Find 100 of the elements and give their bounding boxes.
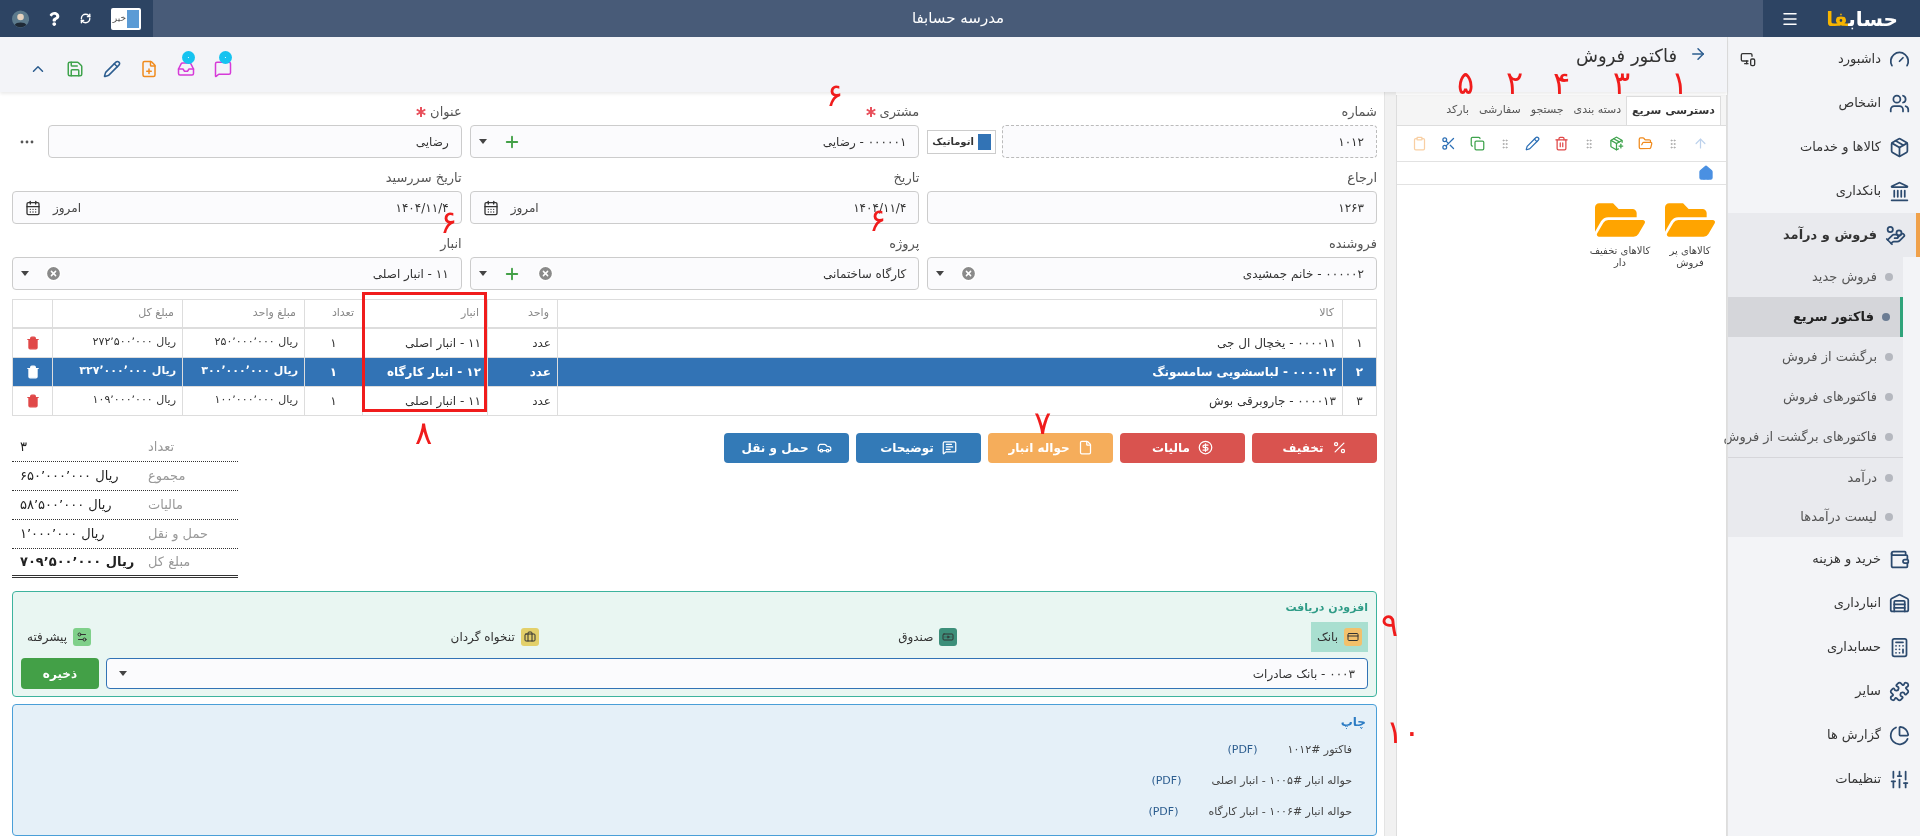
more-icon[interactable] bbox=[20, 139, 34, 144]
sidebar-subitem[interactable]: برگشت از فروش bbox=[1728, 337, 1903, 377]
field-label: تاریخ bbox=[893, 168, 920, 188]
delete-cell[interactable] bbox=[12, 357, 53, 386]
pdf-link[interactable]: (PDF) bbox=[1151, 772, 1182, 790]
help-icon[interactable] bbox=[49, 10, 60, 27]
caret-icon[interactable] bbox=[936, 271, 945, 276]
auto-number-checkbox[interactable]: اتوماتیک bbox=[927, 129, 996, 154]
folder-item[interactable]: کالاهای پر فروش bbox=[1658, 195, 1722, 269]
calendar-icon[interactable] bbox=[482, 199, 499, 216]
caret-icon[interactable] bbox=[119, 671, 127, 676]
badge: ۰ bbox=[219, 51, 232, 64]
bullet-icon bbox=[1882, 313, 1890, 321]
select-field[interactable]: ۰۰۰۰۰۲ - خانم جمشیدی bbox=[927, 257, 1377, 290]
caret-icon[interactable] bbox=[478, 271, 487, 276]
field-label: عنوان bbox=[430, 102, 462, 122]
action-button[interactable]: حمل و نقل bbox=[724, 432, 849, 463]
action-button[interactable]: تخفیف bbox=[1252, 432, 1377, 463]
sidebar-subitem[interactable]: فاکتور سریع bbox=[1728, 297, 1903, 337]
delete-cell[interactable] bbox=[12, 386, 53, 415]
field-label: ارجاع bbox=[1347, 168, 1377, 187]
column-header: کالا bbox=[557, 299, 1343, 328]
bullet-icon bbox=[1885, 473, 1893, 482]
clear-icon[interactable] bbox=[536, 265, 554, 282]
sidebar-item[interactable]: تنظیمات bbox=[1728, 757, 1920, 801]
pencil-icon[interactable] bbox=[1525, 136, 1540, 151]
sidebar-item[interactable]: داشبورد bbox=[1728, 37, 1920, 81]
sidebar-item[interactable]: سایر bbox=[1728, 669, 1920, 713]
annotation-number: ۹ bbox=[1381, 608, 1399, 642]
row-number[interactable]: ۲ bbox=[1342, 357, 1377, 386]
total-value: ریال ۱٬۰۰۰٬۰۰۰ bbox=[19, 524, 106, 543]
select-field[interactable]: ۱۱ - انبار اصلی bbox=[12, 257, 462, 290]
annotation-number: ۱۰ bbox=[1386, 715, 1421, 749]
text-field[interactable]: ۱۲۶۳ bbox=[927, 191, 1377, 224]
number-field[interactable]: ۱۰۱۲ bbox=[1001, 125, 1377, 158]
sidebar-subitem[interactable]: فروش جدید bbox=[1728, 257, 1903, 297]
row-number[interactable]: ۳ bbox=[1342, 386, 1377, 415]
home-icon[interactable] bbox=[1698, 165, 1714, 181]
total-label: مالیات bbox=[147, 495, 184, 514]
page-title: فاکتور فروش bbox=[1576, 45, 1677, 67]
pencil-icon[interactable] bbox=[103, 60, 121, 78]
annotation-number: ۶ bbox=[826, 78, 844, 112]
payment-method[interactable]: بانک bbox=[1310, 622, 1368, 652]
sidebar-item[interactable]: اشخاص bbox=[1728, 81, 1920, 125]
payment-method[interactable]: تنخواه گردان bbox=[444, 622, 545, 652]
panel-tab[interactable]: دسترسی سریع bbox=[1626, 96, 1721, 125]
today-button[interactable]: امروز bbox=[510, 198, 539, 217]
clear-icon[interactable] bbox=[45, 265, 62, 282]
calendar-icon[interactable] bbox=[25, 199, 41, 216]
clear-icon[interactable] bbox=[960, 265, 978, 282]
sidebar-item[interactable]: فروش و درآمد bbox=[1728, 213, 1920, 257]
sidebar-item[interactable]: بانکداری bbox=[1728, 169, 1920, 213]
field-label: شماره bbox=[1341, 102, 1377, 121]
table-cell: عدد bbox=[487, 327, 558, 357]
sidebar-item[interactable]: کالاها و خدمات bbox=[1728, 125, 1920, 169]
sidebar-subitem[interactable]: درآمد bbox=[1728, 457, 1903, 497]
back-arrow-icon[interactable] bbox=[1689, 45, 1707, 63]
table-cell: ریال ۲۷۲٬۵۰۰٬۰۰۰ bbox=[52, 327, 183, 357]
sidebar-subitem[interactable]: لیست درآمدها bbox=[1728, 497, 1903, 537]
copy-icon[interactable] bbox=[1470, 136, 1485, 151]
payment-method[interactable]: پیشرفته bbox=[21, 622, 98, 652]
panel-title: چاپ bbox=[1339, 713, 1366, 731]
add-box-icon[interactable] bbox=[1609, 136, 1624, 151]
caret-icon[interactable] bbox=[478, 139, 487, 144]
file-icon bbox=[1077, 440, 1093, 455]
folder-icon[interactable] bbox=[1638, 136, 1653, 151]
sidebar-item[interactable]: حسابداری bbox=[1728, 625, 1920, 669]
column-header: مبلغ واحد bbox=[182, 299, 305, 328]
text-field[interactable]: رضایی bbox=[48, 125, 462, 158]
caret-icon[interactable] bbox=[21, 271, 29, 276]
pdf-link[interactable]: (PDF) bbox=[1148, 803, 1179, 821]
folder-item[interactable]: کالاهای تخفیف دار bbox=[1588, 195, 1652, 269]
total-value: ریال ۶۵۰٬۰۰۰٬۰۰۰ bbox=[19, 466, 120, 485]
sidebar-item[interactable]: خرید و هزینه bbox=[1728, 537, 1920, 581]
devices-icon[interactable] bbox=[1740, 51, 1756, 67]
select-field[interactable]: کارگاه ساختمانی bbox=[469, 257, 920, 290]
people-icon bbox=[1889, 92, 1910, 114]
today-button[interactable]: امروز bbox=[53, 198, 81, 217]
total-value: ریال ۷۰۹٬۵۰۰٬۰۰۰ bbox=[19, 552, 136, 571]
toggle-switch[interactable]: خیر bbox=[110, 7, 141, 30]
delete-cell[interactable] bbox=[12, 327, 53, 357]
pdf-link[interactable]: (PDF) bbox=[1227, 741, 1258, 759]
account-select[interactable]: ۰۰۰۳ - بانک صادرات bbox=[106, 658, 1368, 689]
save-icon[interactable] bbox=[66, 60, 84, 78]
sidebar-subitem[interactable]: فاکتورهای فروش bbox=[1728, 377, 1903, 417]
cut-icon[interactable] bbox=[1441, 136, 1456, 151]
total-label: تعداد bbox=[147, 437, 176, 456]
action-button[interactable]: مالیات bbox=[1120, 432, 1245, 463]
payment-method[interactable]: صندوق bbox=[892, 622, 964, 652]
chat-icon[interactable] bbox=[214, 60, 232, 78]
action-button[interactable]: توضیحات bbox=[856, 432, 981, 463]
delete-icon[interactable] bbox=[1554, 136, 1569, 151]
table-cell: ۱ bbox=[304, 386, 363, 415]
table-cell: ۰۰۰۰۱۲ - لباسشویی سامسونگ bbox=[557, 357, 1343, 386]
inbox-icon[interactable] bbox=[177, 60, 195, 78]
sidebar-item[interactable]: انبارداری bbox=[1728, 581, 1920, 625]
puzzle-icon bbox=[1889, 680, 1910, 702]
select-field[interactable]: ۰۰۰۰۰۱ - رضایی bbox=[469, 125, 920, 158]
row-number[interactable]: ۱ bbox=[1342, 327, 1377, 357]
sidebar-item[interactable]: گزارش ها bbox=[1728, 713, 1920, 757]
